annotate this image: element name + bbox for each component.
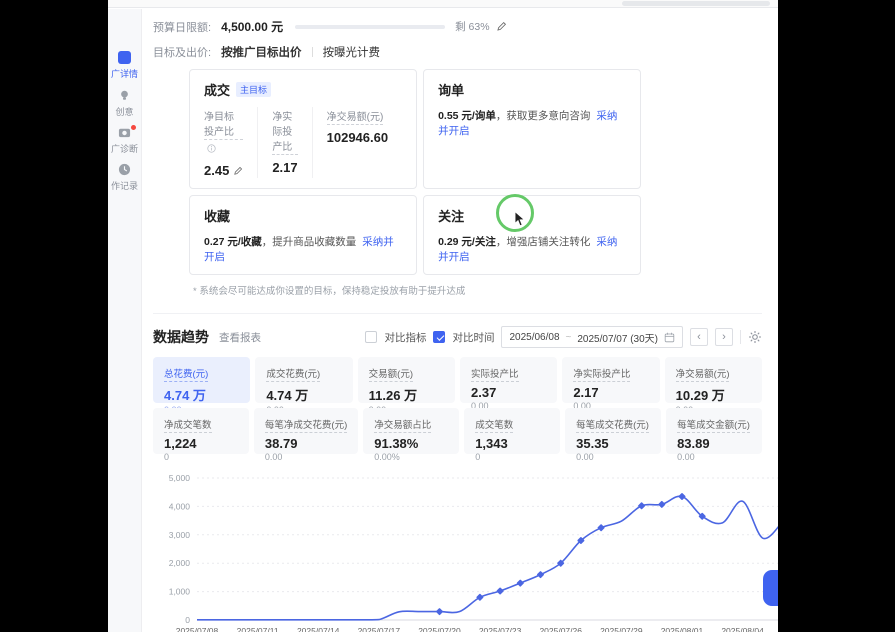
svg-text:2025/07/11: 2025/07/11 <box>237 626 279 632</box>
metric-net-gmv: 净交易额(元) 102946.60 <box>312 107 402 178</box>
edit-roi-icon[interactable] <box>233 166 243 176</box>
settings-gear-icon[interactable] <box>748 330 762 344</box>
sidebar-item-history[interactable]: 作记录 <box>108 162 141 199</box>
section-title: 数据趋势 <box>153 327 209 347</box>
metric-card-net-orders[interactable]: 净成交笔数 1,224 0 <box>153 408 249 454</box>
sidebar-item-label: 作记录 <box>111 179 138 192</box>
svg-text:2025/08/01: 2025/08/01 <box>661 626 704 632</box>
metric-card-total-spend[interactable]: 总花费(元) 4.74 万 0.00 <box>153 357 250 403</box>
sidebar-item-diagnose[interactable]: 广诊断 <box>108 125 141 162</box>
section-divider <box>153 313 762 314</box>
trend-chart-area: 0 1,000 2,000 3,000 4,000 5,000 2025/07/08 2025… <box>153 464 762 632</box>
calendar-icon <box>664 332 675 343</box>
notification-dot <box>131 125 136 130</box>
bidding-row: 目标及出价: 按推广目标出价 按曝光计费 <box>153 44 762 60</box>
goal-card-inquiry: 询单 0.55 元/询单，获取更多意向咨询采纳并开启 <box>423 69 641 189</box>
divider <box>312 47 313 57</box>
svg-text:2,000: 2,000 <box>169 558 191 568</box>
click-indicator-ring <box>496 194 534 232</box>
budget-label: 预算日限额: <box>153 19 211 35</box>
trend-metric-cards-row2: 净成交笔数 1,224 0 每笔净成交花费(元) 38.79 0.00 净交易额… <box>153 408 762 454</box>
letterbox: 广详情 创意 广诊断 作记录 <box>0 0 895 632</box>
bidding-label: 目标及出价: <box>153 44 211 60</box>
budget-amount: 4,500.00 元 <box>221 18 283 35</box>
svg-text:2025/07/20: 2025/07/20 <box>418 626 461 632</box>
svg-text:5,000: 5,000 <box>169 473 191 483</box>
date-range-picker[interactable]: 2025/06/08 ~ 2025/07/07 (30天) <box>501 326 683 348</box>
sidebar-item-label: 创意 <box>115 105 133 118</box>
svg-text:2025/07/29: 2025/07/29 <box>600 626 643 632</box>
svg-text:2025/07/17: 2025/07/17 <box>358 626 401 632</box>
info-icon[interactable] <box>207 144 216 153</box>
metric-card-net-gmv[interactable]: 净交易额(元) 10.29 万 0.00 <box>665 357 762 403</box>
svg-text:1,000: 1,000 <box>169 587 191 597</box>
edit-budget-icon[interactable] <box>496 21 507 32</box>
bid-by-impression-option[interactable]: 按曝光计费 <box>323 44 381 60</box>
bid-by-goal-option[interactable]: 按推广目标出价 <box>221 44 302 60</box>
budget-progress <box>295 25 445 29</box>
goal-card-deal: 成交 主目标 净目标投产比 2.45 <box>189 69 417 189</box>
metric-card-amount-per-order[interactable]: 每笔成交金额(元) 83.89 0.00 <box>666 408 762 454</box>
view-report-link[interactable]: 查看报表 <box>219 330 261 345</box>
sidebar-item-promo-detail[interactable]: 广详情 <box>108 51 141 88</box>
metric-net-actual-roi: 净实际投产比 2.17 <box>257 107 311 178</box>
divider <box>740 330 741 344</box>
goal-footnote: * 系统会尽可能达成你设置的目标，保持稳定投放有助于提升达成 <box>193 283 762 297</box>
goal-card-favorite: 收藏 0.27 元/收藏，提升商品收藏数量采纳并开启 <box>189 195 417 275</box>
sidebar-item-creative[interactable]: 创意 <box>108 88 141 125</box>
sidebar-item-label: 广详情 <box>111 67 138 80</box>
metric-card-deal-spend[interactable]: 成交花费(元) 4.74 万 0.00 <box>255 357 352 403</box>
trend-metric-cards-row1: 总花费(元) 4.74 万 0.00 成交花费(元) 4.74 万 0.00 交… <box>153 357 762 403</box>
svg-text:2025/08/04: 2025/08/04 <box>721 626 764 632</box>
goal-card-title: 成交 <box>204 80 230 99</box>
svg-text:2025/07/08: 2025/07/08 <box>176 626 219 632</box>
bulb-icon <box>118 88 132 102</box>
compare-time-checkbox[interactable] <box>433 331 445 343</box>
metric-card-net-gmv-ratio[interactable]: 净交易额占比 91.38% 0.00% <box>363 408 459 454</box>
trend-header: 数据趋势 查看报表 对比指标 对比时间 2025/06/08 ~ 2025/07… <box>153 326 762 348</box>
metric-card-net-actual-roi[interactable]: 净实际投产比 2.17 0.00 <box>562 357 659 403</box>
prev-period-button[interactable]: ‹ <box>690 328 708 346</box>
svg-text:2025/07/23: 2025/07/23 <box>479 626 522 632</box>
budget-row: 预算日限额: 4,500.00 元 剩 63% <box>153 18 762 35</box>
metric-card-net-cost-per-order[interactable]: 每笔净成交花费(元) 38.79 0.00 <box>254 408 358 454</box>
clock-icon <box>118 162 132 176</box>
promo-detail-icon <box>118 51 131 64</box>
compare-metric-checkbox[interactable] <box>365 331 377 343</box>
next-period-button[interactable]: › <box>715 328 733 346</box>
top-scrollbar[interactable] <box>622 1 770 6</box>
primary-goal-badge: 主目标 <box>236 82 271 97</box>
metric-card-gmv[interactable]: 交易额(元) 11.26 万 0.00 <box>358 357 455 403</box>
metric-card-actual-roi[interactable]: 实际投产比 2.37 0.00 <box>460 357 557 403</box>
goal-cards: 成交 主目标 净目标投产比 2.45 <box>189 69 641 275</box>
metric-net-target-roi: 净目标投产比 2.45 <box>204 107 257 178</box>
metric-card-orders[interactable]: 成交笔数 1,343 0 <box>464 408 560 454</box>
line-chart: 0 1,000 2,000 3,000 4,000 5,000 2025/07/08 2025… <box>153 464 778 632</box>
mouse-cursor-icon <box>514 211 527 232</box>
svg-text:2025/07/26: 2025/07/26 <box>539 626 582 632</box>
svg-text:0: 0 <box>185 615 190 625</box>
svg-text:2025/07/14: 2025/07/14 <box>297 626 340 632</box>
svg-text:3,000: 3,000 <box>169 530 191 540</box>
floating-side-button[interactable] <box>763 570 778 606</box>
svg-text:4,000: 4,000 <box>169 501 191 511</box>
camera-icon <box>118 125 132 139</box>
budget-remaining: 剩 63% <box>455 19 489 34</box>
main-content: 预算日限额: 4,500.00 元 剩 63% 目标及出价: 按推广目标出价 按… <box>143 8 778 632</box>
sidebar-item-label: 广诊断 <box>111 142 138 155</box>
left-rail: 广详情 创意 广诊断 作记录 <box>108 9 142 632</box>
metric-card-cost-per-order[interactable]: 每笔成交花费(元) 35.35 0.00 <box>565 408 661 454</box>
app-window: 广详情 创意 广诊断 作记录 <box>108 0 778 632</box>
top-strip <box>108 0 778 8</box>
